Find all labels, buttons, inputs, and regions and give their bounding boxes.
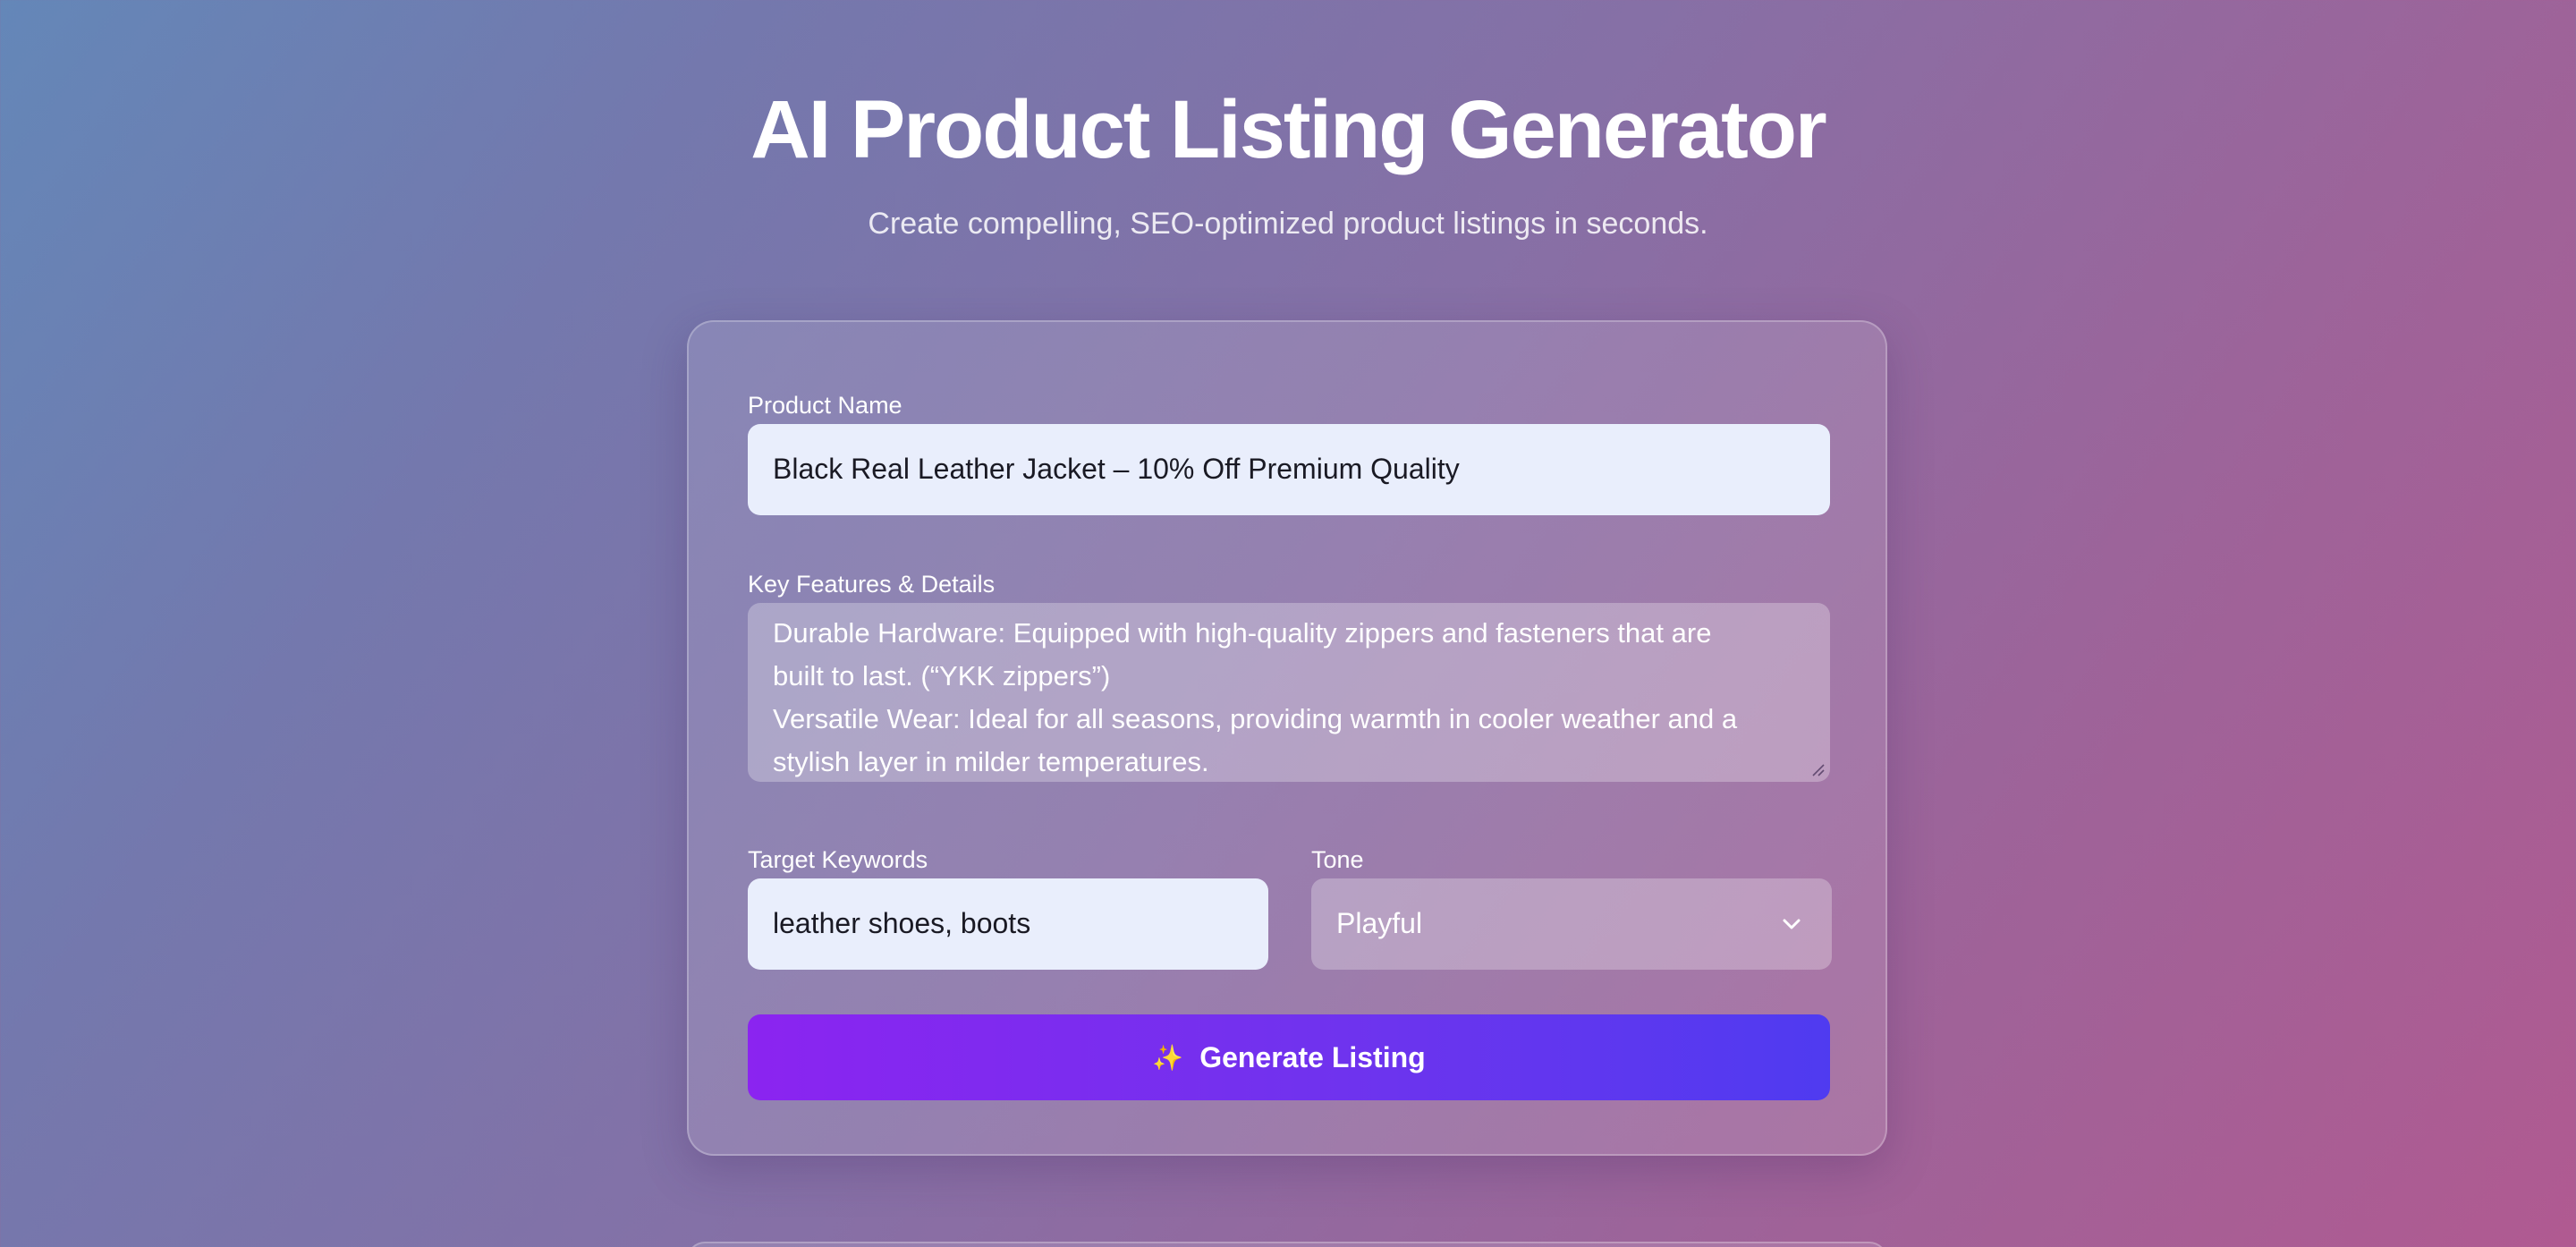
page-title: AI Product Listing Generator bbox=[750, 84, 1826, 175]
tone-label: Tone bbox=[1311, 846, 1364, 873]
generate-listing-label: Generate Listing bbox=[1199, 1040, 1426, 1073]
features-line: built to last. (“YKK zippers”) bbox=[773, 660, 1111, 691]
product-name-input[interactable]: Black Real Leather Jacket – 10% Off Prem… bbox=[748, 424, 1830, 515]
resize-handle-icon[interactable] bbox=[1810, 762, 1825, 776]
results-card bbox=[687, 1242, 1887, 1247]
page-subtitle: Create compelling, SEO-optimized product… bbox=[868, 207, 1708, 241]
features-line: Versatile Wear: Ideal for all seasons, p… bbox=[773, 703, 1738, 734]
features-textarea[interactable]: Durable Hardware: Equipped with high-qua… bbox=[748, 603, 1830, 782]
features-line: Durable Hardware: Equipped with high-qua… bbox=[773, 617, 1712, 649]
listing-form-card: Product Name Black Real Leather Jacket –… bbox=[687, 320, 1887, 1156]
chevron-down-icon bbox=[1783, 919, 1801, 929]
tone-selected-value: Playful bbox=[1336, 907, 1423, 939]
tone-select[interactable]: Playful bbox=[1311, 878, 1832, 970]
features-label: Key Features & Details bbox=[748, 571, 996, 598]
sparkles-icon: ✨ bbox=[1152, 1043, 1184, 1072]
keywords-input[interactable]: leather shoes, boots bbox=[748, 878, 1268, 970]
product-name-label: Product Name bbox=[748, 392, 902, 419]
features-line: stylish layer in milder temperatures. bbox=[773, 746, 1209, 777]
generate-listing-button[interactable]: ✨ Generate Listing bbox=[748, 1014, 1830, 1100]
keywords-label: Target Keywords bbox=[748, 846, 928, 873]
